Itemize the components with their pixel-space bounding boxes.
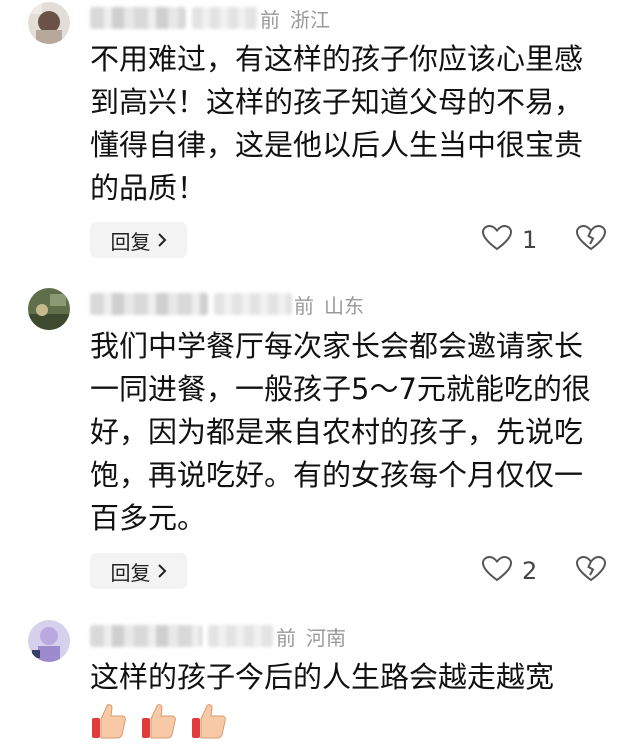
redacted-username[interactable] [90,625,202,647]
redacted-username[interactable] [90,7,186,29]
location-label: 浙江 [290,7,330,32]
comment-meta: 前 河南 [90,622,346,650]
comment-text: 不用难过，有这样的孩子你应该心里感到高兴！这样的孩子知道父母的不易，懂得自律，这… [90,42,584,205]
comment-item: 前 山东 我们中学餐厅每次家长会都会邀请家长一同进餐，一般孩子5～7元就能吃的很… [0,286,640,606]
redacted-time [214,293,292,315]
reply-button[interactable]: 回复 [90,222,187,258]
thumbs-up-emoji [90,702,128,744]
comment-text: 我们中学餐厅每次家长会都会邀请家长一同进餐，一般孩子5～7元就能吃的很好，因为都… [90,329,591,535]
dislike-button[interactable] [575,222,607,258]
heart-outline-icon [481,224,513,255]
time-suffix: 前 [260,7,280,32]
broken-heart-icon [575,555,607,586]
like-button[interactable]: 2 [481,553,538,589]
reaction-emojis [90,702,228,744]
like-count: 2 [522,557,538,585]
comment-meta: 前 浙江 [90,4,330,32]
time-suffix: 前 [294,293,314,318]
chevron-right-icon [157,228,167,252]
dislike-button[interactable] [575,553,607,589]
thumbs-up-emoji [140,702,178,744]
location-label: 山东 [324,293,364,318]
comment-item: 前 浙江 不用难过，有这样的孩子你应该心里感到高兴！这样的孩子知道父母的不易，懂… [0,0,640,270]
reply-button[interactable]: 回复 [90,553,187,589]
avatar[interactable] [28,2,70,44]
redacted-username[interactable] [90,293,208,315]
redacted-time [192,7,258,29]
thumbs-up-emoji [190,702,228,744]
redacted-time [208,625,274,647]
broken-heart-icon [575,224,607,255]
reply-label: 回复 [110,229,151,254]
like-count: 1 [522,226,538,254]
avatar[interactable] [28,288,70,330]
time-suffix: 前 [276,625,296,650]
like-button[interactable]: 1 [481,222,538,258]
location-label: 河南 [306,625,346,650]
comment-item: 前 河南 这样的孩子今后的人生路会越走越宽 [0,618,640,749]
comment-text: 这样的孩子今后的人生路会越走越宽 [90,660,555,694]
avatar[interactable] [28,620,70,662]
chevron-right-icon [157,559,167,583]
reply-label: 回复 [110,560,151,585]
heart-outline-icon [481,555,513,586]
comment-meta: 前 山东 [90,290,364,318]
